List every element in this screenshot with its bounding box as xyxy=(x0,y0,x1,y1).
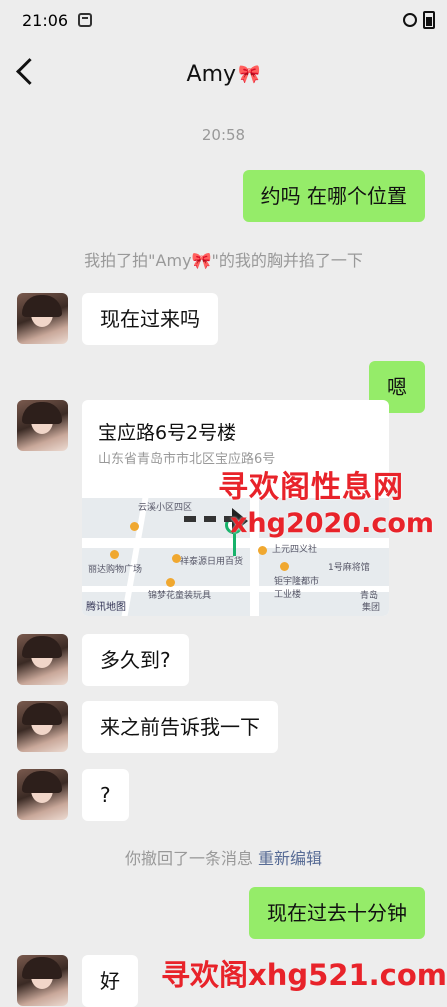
map-label: 1号麻将馆 xyxy=(328,563,370,573)
status-time: 21:06 xyxy=(22,10,69,30)
map-road xyxy=(82,586,389,592)
contact-avatar[interactable] xyxy=(17,769,68,820)
map-poi-marker xyxy=(130,522,139,531)
message-bubble-incoming[interactable]: 来之前告诉我一下 xyxy=(82,701,278,753)
map-label: 云溪小区四区 xyxy=(138,503,193,513)
watermark-arrow-icon xyxy=(184,516,236,532)
re-edit-link[interactable]: 重新编辑 xyxy=(258,849,322,868)
message-bubble-incoming[interactable]: 多久到? xyxy=(82,634,189,686)
watermark-text: 寻欢阁xhg521.com xyxy=(161,958,447,992)
status-right xyxy=(403,11,435,29)
recall-notice-row: 你撤回了一条消息 重新编辑 xyxy=(0,845,447,869)
contact-avatar[interactable] xyxy=(17,955,68,1006)
map-poi-marker xyxy=(166,578,175,587)
map-provider-logo: 腾讯地图 xyxy=(86,602,126,613)
status-left: 21:06 xyxy=(22,10,93,30)
message-bubble-incoming[interactable]: 现在过来吗 xyxy=(82,293,218,345)
bow-emoji-icon: 🎀 xyxy=(238,63,261,85)
watermark-text: xhg2020.com xyxy=(230,508,435,539)
chat-title-text: Amy xyxy=(186,61,237,87)
pat-notice: 我拍了拍"Amy🎀"的我的胸并掐了一下 xyxy=(84,251,363,270)
map-poi-marker xyxy=(280,562,289,571)
map-label: 上元四义社 xyxy=(272,545,318,555)
message-timestamp: 20:58 xyxy=(201,126,246,144)
back-arrow-icon[interactable] xyxy=(16,58,43,85)
contact-avatar[interactable] xyxy=(17,293,68,344)
message-bubble-outgoing[interactable]: 现在过去十分钟 xyxy=(249,887,425,939)
map-poi-marker xyxy=(258,546,267,555)
map-label: 锦梦花童装玩具 xyxy=(148,591,212,601)
battery-icon xyxy=(423,11,435,29)
map-label: 集团 xyxy=(362,603,381,613)
chat-title: Amy 🎀 xyxy=(187,62,261,87)
contact-avatar[interactable] xyxy=(17,634,68,685)
message-bubble-incoming[interactable]: ? xyxy=(82,769,129,821)
map-poi-marker xyxy=(110,550,119,559)
map-label: 钜宇隆都市工业楼 xyxy=(274,577,320,600)
app-notification-icon xyxy=(78,13,93,27)
alarm-icon xyxy=(403,13,417,27)
contact-avatar[interactable] xyxy=(17,701,68,752)
location-title: 宝应路6号2号楼 xyxy=(98,422,237,444)
map-label: 丽达购物广场 xyxy=(88,565,143,575)
watermark-text: 寻欢阁性息网 xyxy=(218,470,404,505)
message-bubble-incoming[interactable]: 好 xyxy=(82,955,138,1007)
message-bubble-outgoing[interactable]: 约吗 在哪个位置 xyxy=(242,170,425,222)
status-bar: 21:06 xyxy=(0,0,447,40)
map-poi-marker xyxy=(172,554,181,563)
recall-notice: 你撤回了一条消息 xyxy=(124,849,253,868)
chat-header: Amy 🎀 xyxy=(0,40,447,108)
contact-avatar[interactable] xyxy=(17,400,68,451)
